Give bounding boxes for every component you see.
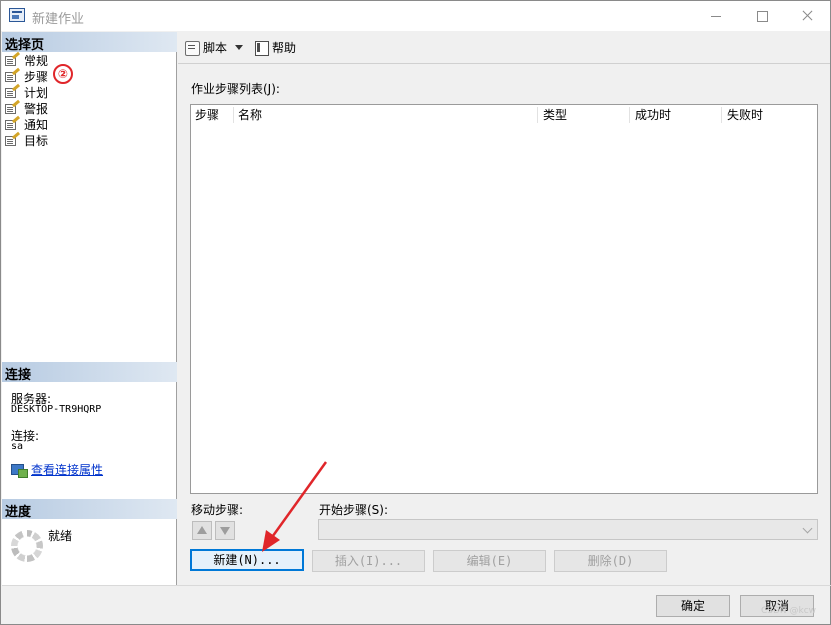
column-header-on-success[interactable]: 成功时	[631, 105, 671, 125]
nav-item-label: 步骤	[24, 70, 49, 84]
page-wrench-icon	[5, 99, 21, 115]
insert-step-button[interactable]: 插入(I)...	[312, 550, 425, 572]
annotation-marker: ②	[53, 64, 73, 84]
page-wrench-icon	[5, 67, 21, 83]
job-steps-grid[interactable]: 步骤 名称 类型 成功时 失败时	[190, 104, 818, 494]
toolbar: 脚本 帮助	[178, 32, 830, 64]
connection-header: 连接	[2, 362, 177, 383]
nav-item-targets[interactable]: 目标	[5, 131, 105, 149]
script-button[interactable]: 脚本	[184, 40, 244, 58]
window-title: 新建作业	[32, 12, 85, 27]
nav-item-alerts[interactable]: 警报	[5, 99, 105, 117]
progress-header: 进度	[2, 499, 177, 520]
move-step-label: 移动步骤:	[191, 503, 244, 517]
ok-button[interactable]: 确定	[656, 595, 730, 617]
app-icon	[9, 8, 25, 22]
server-value: DESKTOP-TR9HQRP	[11, 404, 102, 415]
footer-divider	[2, 585, 831, 586]
nav-item-label: 常规	[24, 54, 49, 68]
chevron-down-icon[interactable]	[803, 524, 813, 534]
page-wrench-icon	[5, 131, 21, 147]
connection-value: sa	[11, 441, 24, 452]
watermark: CSDN @kcw	[761, 606, 817, 616]
help-book-icon	[254, 40, 269, 56]
column-separator[interactable]	[629, 107, 630, 123]
minimize-button[interactable]	[693, 1, 739, 31]
title-bar: 新建作业	[1, 1, 830, 31]
column-separator[interactable]	[721, 107, 722, 123]
close-button[interactable]	[785, 1, 831, 31]
page-wrench-icon	[5, 115, 21, 131]
move-up-icon[interactable]	[192, 521, 212, 540]
move-down-icon[interactable]	[215, 521, 235, 540]
page-wrench-icon	[5, 51, 21, 67]
link-label: 查看连接属性	[31, 463, 104, 477]
nav-item-schedules[interactable]: 计划	[5, 83, 105, 101]
column-header-on-failure[interactable]: 失败时	[723, 105, 763, 125]
help-button[interactable]: 帮助	[254, 40, 296, 58]
edit-step-button[interactable]: 编辑(E)	[433, 550, 546, 572]
left-pane: 选择页 常规 步骤 计划 警报 通知 目标 连接 服务器: DESKTOP-TR…	[2, 32, 177, 585]
nav-item-label: 通知	[24, 118, 49, 132]
script-label: 脚本	[203, 41, 228, 55]
help-label: 帮助	[272, 41, 297, 55]
column-header-type[interactable]: 类型	[539, 105, 567, 125]
nav-item-label: 警报	[24, 102, 49, 116]
chevron-down-icon[interactable]	[235, 45, 244, 50]
new-step-button[interactable]: 新建(N)...	[190, 549, 304, 571]
column-header-step[interactable]: 步骤	[191, 105, 219, 125]
script-icon	[184, 40, 200, 56]
column-separator[interactable]	[537, 107, 538, 123]
column-header-name[interactable]: 名称	[234, 105, 262, 125]
connection-properties-icon	[11, 463, 28, 478]
select-page-header: 选择页	[2, 32, 177, 53]
view-connection-properties-link[interactable]: 查看连接属性	[11, 461, 104, 478]
start-step-select[interactable]	[318, 519, 818, 540]
job-step-list-label: 作业步骤列表(J):	[191, 82, 280, 96]
nav-item-notifications[interactable]: 通知	[5, 115, 105, 133]
progress-status: 就绪	[48, 529, 73, 543]
new-job-dialog: 新建作业 选择页 常规 步骤 计划 警报 通知 目标 连接 服务器: DESKT…	[0, 0, 831, 625]
nav-item-label: 计划	[24, 86, 49, 100]
maximize-button[interactable]	[739, 1, 785, 31]
start-step-label: 开始步骤(S):	[319, 503, 389, 517]
delete-step-button[interactable]: 删除(D)	[554, 550, 667, 572]
progress-spinner-icon	[11, 530, 43, 562]
nav-item-label: 目标	[24, 134, 49, 148]
page-wrench-icon	[5, 83, 21, 99]
